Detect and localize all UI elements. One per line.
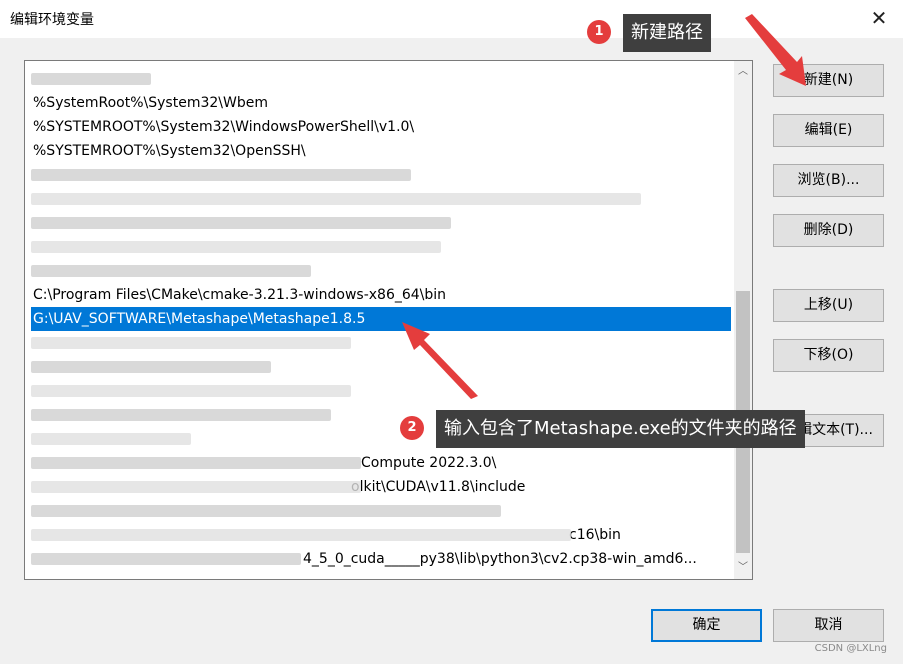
- list-item[interactable]: Compute 2022.3.0\: [31, 451, 731, 475]
- list-item[interactable]: [31, 211, 731, 235]
- redaction-blur: [31, 457, 361, 469]
- redaction-blur: [31, 361, 271, 373]
- list-item-text: c16\bin: [569, 527, 621, 543]
- list-item[interactable]: [31, 379, 731, 403]
- step1-badge: 1: [587, 20, 611, 44]
- title-bar: 编辑环境变量 ✕: [0, 0, 903, 38]
- list-item-text: %SystemRoot%\System32\Wbem: [33, 95, 268, 111]
- list-item[interactable]: [31, 187, 731, 211]
- list-item[interactable]: [31, 355, 731, 379]
- redaction-blur: [31, 385, 351, 397]
- vertical-scrollbar[interactable]: ︿ ﹀: [734, 61, 752, 579]
- list-item-text: %SYSTEMROOT%\System32\WindowsPowerShell\…: [33, 119, 415, 135]
- redaction-blur: [31, 409, 331, 421]
- ok-button[interactable]: 确定: [651, 609, 762, 642]
- list-item-text: Compute 2022.3.0\: [361, 455, 497, 471]
- list-item[interactable]: %SYSTEMROOT%\System32\OpenSSH\: [31, 139, 731, 163]
- browse-button[interactable]: 浏览(B)...: [773, 164, 884, 197]
- redaction-blur: [31, 217, 451, 229]
- edit-button[interactable]: 编辑(E): [773, 114, 884, 147]
- move-down-button[interactable]: 下移(O): [773, 339, 884, 372]
- list-item-text: %SYSTEMROOT%\System32\OpenSSH\: [33, 143, 306, 159]
- window-title: 编辑环境变量: [10, 12, 94, 28]
- watermark: CSDN @LXLng: [814, 643, 887, 654]
- redaction-blur: [31, 505, 501, 517]
- list-item-text: C:\Program Files\CMake\cmake-3.21.3-wind…: [33, 287, 447, 303]
- list-item[interactable]: %SYSTEMROOT%\System32\WindowsPowerShell\…: [31, 115, 731, 139]
- redaction-blur: [31, 433, 191, 445]
- list-item[interactable]: c16\bin: [31, 523, 731, 547]
- scroll-up-icon[interactable]: ︿: [734, 63, 752, 81]
- cancel-button[interactable]: 取消: [773, 609, 884, 642]
- list-item[interactable]: [31, 163, 731, 187]
- move-up-button[interactable]: 上移(U): [773, 289, 884, 322]
- close-icon[interactable]: ✕: [869, 6, 889, 30]
- list-item[interactable]: [31, 499, 731, 523]
- redaction-blur: [31, 73, 151, 85]
- list-item-text: 4_5_0_cuda_____py38\lib\python3\cv2.cp38…: [303, 551, 697, 567]
- step2-badge: 2: [400, 416, 424, 440]
- list-item[interactable]: %SystemRoot%\System32\Wbem: [31, 91, 731, 115]
- list-item[interactable]: olkit\CUDA\v11.8\include: [31, 475, 731, 499]
- list-item-selected[interactable]: G:\UAV_SOFTWARE\Metashape\Metashape1.8.5: [31, 307, 731, 331]
- redaction-blur: [31, 553, 301, 565]
- redaction-blur: [31, 193, 641, 205]
- list-item[interactable]: [31, 259, 731, 283]
- list-item[interactable]: C:\Program Files\CMake\cmake-3.21.3-wind…: [31, 283, 731, 307]
- list-item[interactable]: [31, 67, 731, 91]
- redaction-blur: [31, 481, 361, 493]
- delete-button[interactable]: 删除(D): [773, 214, 884, 247]
- scroll-down-icon[interactable]: ﹀: [734, 559, 752, 577]
- list-item-text: G:\UAV_SOFTWARE\Metashape\Metashape1.8.5: [33, 311, 366, 327]
- list-item[interactable]: 4_5_0_cuda_____py38\lib\python3\cv2.cp38…: [31, 547, 731, 571]
- redaction-blur: [31, 265, 311, 277]
- step1-callout: 新建路径: [623, 14, 711, 52]
- redaction-blur: [31, 337, 351, 349]
- new-button[interactable]: 新建(N): [773, 64, 884, 97]
- redaction-blur: [31, 241, 441, 253]
- list-item[interactable]: [31, 235, 731, 259]
- redaction-blur: [31, 529, 571, 541]
- path-list[interactable]: %SystemRoot%\System32\Wbem %SYSTEMROOT%\S…: [24, 60, 753, 580]
- list-item[interactable]: [31, 331, 731, 355]
- redaction-blur: [31, 169, 411, 181]
- list-item-text: olkit\CUDA\v11.8\include: [351, 479, 526, 495]
- step2-callout: 输入包含了Metashape.exe的文件夹的路径: [436, 410, 805, 448]
